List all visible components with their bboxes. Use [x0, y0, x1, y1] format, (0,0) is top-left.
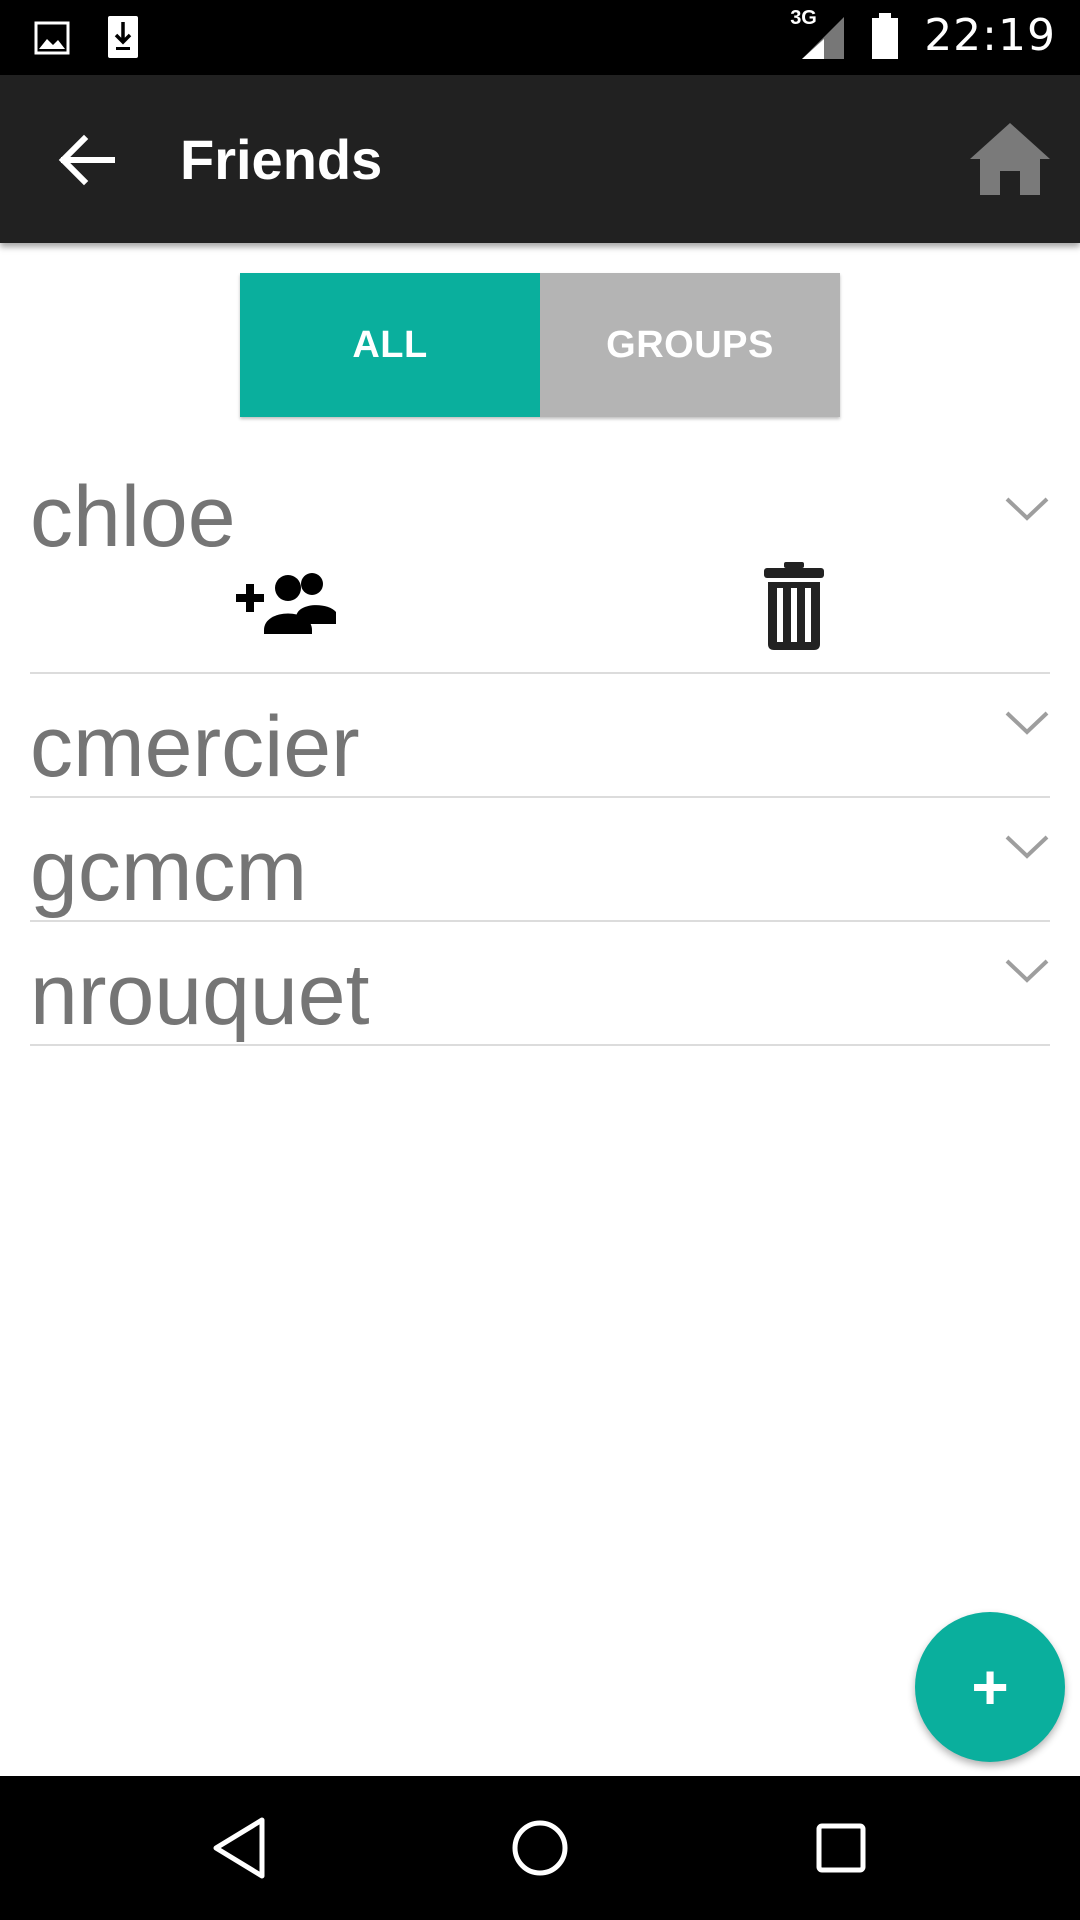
list-item: gcmcm [30, 798, 1050, 922]
plus-icon: + [971, 1651, 1009, 1723]
friend-name: chloe [30, 469, 236, 565]
nav-back-button[interactable] [202, 1812, 282, 1884]
delete-friend-button[interactable] [762, 560, 826, 652]
friend-name: gcmcm [30, 823, 308, 919]
tab-groups[interactable]: GROUPS [540, 273, 840, 417]
friend-name: nrouquet [30, 947, 370, 1043]
back-button[interactable] [48, 125, 128, 195]
add-to-group-button[interactable] [234, 568, 338, 640]
back-triangle-icon [213, 1817, 265, 1879]
system-nav-bar [0, 1776, 1080, 1920]
group-add-icon [236, 573, 336, 634]
recents-square-icon [816, 1823, 866, 1873]
status-bar: 3G 22:19 [0, 0, 1080, 75]
add-friend-fab[interactable]: + [915, 1612, 1065, 1762]
friend-list: chloe cmercier gcmcm nrouquet [30, 460, 1050, 1046]
chevron-down-icon [1005, 711, 1049, 735]
home-button[interactable] [968, 119, 1052, 199]
status-time: 22:19 [924, 10, 1056, 61]
friend-row-header[interactable]: nrouquet [30, 922, 1050, 1044]
home-circle-icon [512, 1820, 568, 1876]
image-notification-icon [34, 21, 70, 55]
page-title: Friends [180, 128, 383, 191]
list-item: chloe [30, 460, 1050, 674]
list-item: cmercier [30, 674, 1050, 798]
home-icon [970, 123, 1050, 195]
arrow-back-icon [58, 134, 115, 186]
chevron-down-icon [1005, 959, 1049, 983]
chevron-down-icon [1005, 835, 1049, 859]
battery-icon [872, 12, 899, 59]
signal-icon: 3G [790, 7, 846, 61]
friend-row-header[interactable]: chloe [30, 460, 1050, 560]
list-item: nrouquet [30, 922, 1050, 1046]
chevron-down-icon [1005, 497, 1049, 521]
friend-name: cmercier [30, 699, 360, 795]
friend-row-header[interactable]: cmercier [30, 674, 1050, 796]
download-notification-icon [108, 16, 138, 58]
trash-icon [764, 562, 824, 650]
nav-recents-button[interactable] [800, 1812, 880, 1884]
friend-actions [30, 560, 1050, 672]
tab-bar: ALL GROUPS [240, 273, 840, 417]
tab-all[interactable]: ALL [240, 273, 540, 417]
nav-home-button[interactable] [500, 1812, 580, 1884]
app-bar: Friends [0, 75, 1080, 243]
friend-row-header[interactable]: gcmcm [30, 798, 1050, 920]
